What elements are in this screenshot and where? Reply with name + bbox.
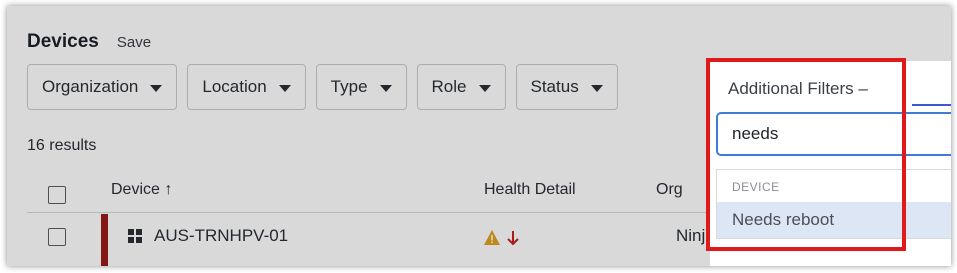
highlight-box: [706, 58, 906, 251]
tab-underline: [912, 104, 951, 106]
devices-page: Devices Save Organization Location Type …: [7, 6, 951, 266]
app-window: Devices Save Organization Location Type …: [7, 6, 951, 266]
